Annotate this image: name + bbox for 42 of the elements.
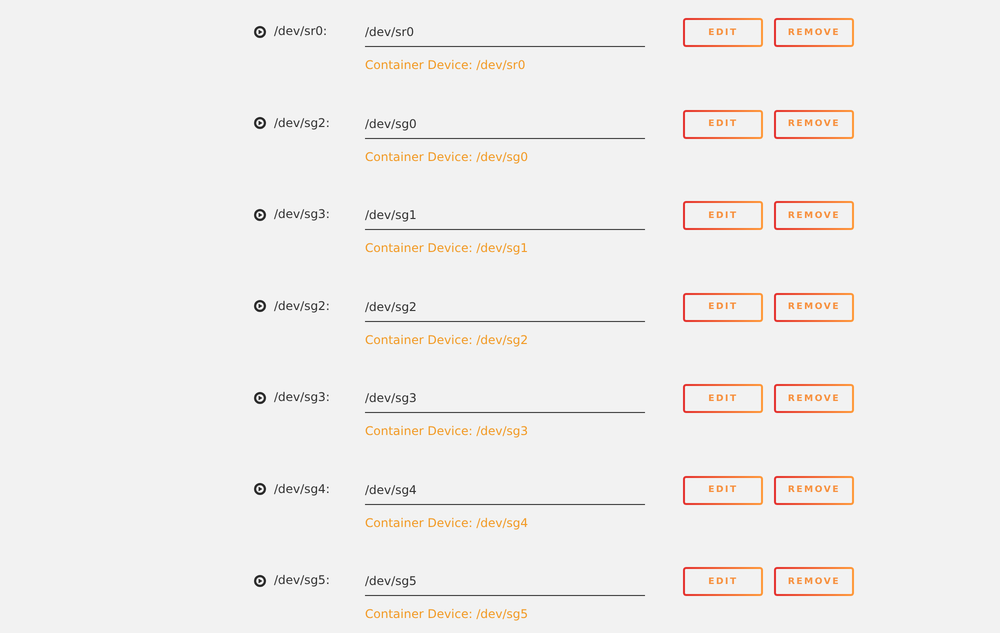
device-path-field[interactable]: /dev/sg0 [365, 110, 645, 138]
remove-button[interactable]: REMOVE [774, 567, 854, 596]
container-device-text: Container Device: /dev/sg1 [365, 241, 528, 255]
play-circle-icon[interactable] [254, 483, 266, 495]
container-device-text: Container Device: /dev/sg0 [365, 150, 528, 164]
edit-button[interactable]: EDIT [683, 292, 763, 322]
edit-button[interactable]: EDIT [683, 201, 763, 230]
remove-button[interactable]: REMOVE [774, 110, 854, 138]
container-device-text: Container Device: /dev/sr0 [365, 58, 526, 72]
play-circle-icon[interactable] [254, 574, 266, 586]
container-device-text: Container Device: /dev/sg3 [365, 424, 528, 438]
edit-button[interactable]: EDIT [683, 567, 763, 596]
play-circle-icon[interactable] [254, 300, 266, 312]
container-device-text: Container Device: /dev/sg4 [365, 516, 528, 530]
edit-button[interactable]: EDIT [683, 110, 763, 138]
edit-button[interactable]: EDIT [683, 384, 763, 413]
device-label: /dev/sg3: [274, 206, 331, 223]
device-path-field[interactable]: /dev/sg2 [365, 292, 645, 322]
device-path-field[interactable]: /dev/sg4 [365, 476, 645, 504]
device-path-field[interactable]: /dev/sr0 [365, 18, 645, 47]
device-label: /dev/sg3: [274, 389, 331, 406]
remove-button[interactable]: REMOVE [774, 18, 854, 47]
device-label: /dev/sg2: [274, 114, 331, 132]
remove-button[interactable]: REMOVE [774, 384, 854, 413]
play-circle-icon[interactable] [254, 208, 266, 220]
device-path-field[interactable]: /dev/sg1 [365, 201, 645, 230]
device-label: /dev/sg2: [274, 298, 331, 314]
device-label: /dev/sg5: [274, 572, 331, 589]
edit-button[interactable]: EDIT [683, 18, 763, 47]
remove-button[interactable]: REMOVE [774, 476, 854, 504]
edit-button[interactable]: EDIT [683, 476, 763, 504]
play-circle-icon[interactable] [254, 117, 266, 129]
container-device-text: Container Device: /dev/sg2 [365, 332, 528, 346]
device-path-field[interactable]: /dev/sg5 [365, 567, 645, 596]
play-circle-icon[interactable] [254, 26, 266, 38]
remove-button[interactable]: REMOVE [774, 201, 854, 230]
device-label: /dev/sr0: [274, 23, 328, 40]
device-path-field[interactable]: /dev/sg3 [365, 384, 645, 413]
device-label: /dev/sg4: [274, 480, 331, 498]
container-device-text: Container Device: /dev/sg5 [365, 607, 528, 621]
play-circle-icon[interactable] [254, 392, 266, 404]
remove-button[interactable]: REMOVE [774, 292, 854, 322]
